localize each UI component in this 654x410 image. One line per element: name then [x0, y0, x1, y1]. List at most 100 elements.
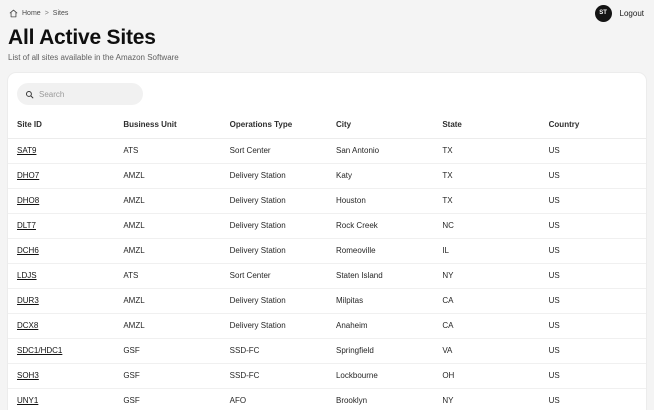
cell-country: US: [540, 239, 646, 264]
cell-operations-type: Delivery Station: [221, 189, 327, 214]
table-header-row: Site ID Business Unit Operations Type Ci…: [8, 112, 646, 139]
table-row: DHO7 AMZL Delivery Station Katy TX US: [8, 164, 646, 189]
cell-state: IL: [433, 239, 539, 264]
cell-operations-type: Delivery Station: [221, 314, 327, 339]
sites-card: Site ID Business Unit Operations Type Ci…: [7, 72, 647, 410]
topbar: Home > Sites ST Logout: [0, 0, 654, 24]
site-id-link[interactable]: DHO7: [17, 171, 39, 180]
cell-state: VA: [433, 339, 539, 364]
cell-site-id: DUR3: [8, 289, 114, 314]
site-id-link[interactable]: DHO8: [17, 196, 39, 205]
cell-country: US: [540, 364, 646, 389]
search-box[interactable]: [17, 83, 143, 105]
logout-button[interactable]: Logout: [620, 9, 644, 18]
table-row: DHO8 AMZL Delivery Station Houston TX US: [8, 189, 646, 214]
table-row: SDC1/HDC1 GSF SSD-FC Springfield VA US: [8, 339, 646, 364]
cell-site-id: SOH3: [8, 364, 114, 389]
cell-state: NY: [433, 264, 539, 289]
search-icon: [25, 90, 34, 99]
table-row: UNY1 GSF AFO Brooklyn NY US: [8, 389, 646, 410]
cell-site-id: SDC1/HDC1: [8, 339, 114, 364]
cell-operations-type: Delivery Station: [221, 164, 327, 189]
cell-country: US: [540, 339, 646, 364]
table-row: DCX8 AMZL Delivery Station Anaheim CA US: [8, 314, 646, 339]
site-id-link[interactable]: SAT9: [17, 146, 36, 155]
cell-city: Staten Island: [327, 264, 433, 289]
site-id-link[interactable]: LDJS: [17, 271, 37, 280]
cell-business-unit: GSF: [114, 364, 220, 389]
page-title: All Active Sites: [8, 26, 644, 50]
cell-state: NY: [433, 389, 539, 410]
cell-site-id: LDJS: [8, 264, 114, 289]
cell-country: US: [540, 164, 646, 189]
cell-state: CA: [433, 289, 539, 314]
col-header-operations-type: Operations Type: [221, 112, 327, 139]
cell-country: US: [540, 314, 646, 339]
cell-business-unit: ATS: [114, 264, 220, 289]
cell-city: Milpitas: [327, 289, 433, 314]
cell-business-unit: AMZL: [114, 214, 220, 239]
site-id-link[interactable]: DCH6: [17, 246, 39, 255]
site-id-link[interactable]: DUR3: [17, 296, 39, 305]
cell-country: US: [540, 139, 646, 164]
col-header-state: State: [433, 112, 539, 139]
cell-operations-type: Sort Center: [221, 139, 327, 164]
col-header-city: City: [327, 112, 433, 139]
cell-country: US: [540, 289, 646, 314]
cell-city: Brooklyn: [327, 389, 433, 410]
table-row: DCH6 AMZL Delivery Station Romeoville IL…: [8, 239, 646, 264]
avatar[interactable]: ST: [595, 5, 612, 22]
cell-city: Katy: [327, 164, 433, 189]
cell-state: TX: [433, 164, 539, 189]
cell-city: Rock Creek: [327, 214, 433, 239]
cell-country: US: [540, 189, 646, 214]
cell-country: US: [540, 214, 646, 239]
cell-site-id: SAT9: [8, 139, 114, 164]
cell-site-id: DHO8: [8, 189, 114, 214]
cell-business-unit: GSF: [114, 389, 220, 410]
cell-state: TX: [433, 189, 539, 214]
cell-operations-type: Sort Center: [221, 264, 327, 289]
cell-city: San Antonio: [327, 139, 433, 164]
cell-business-unit: AMZL: [114, 289, 220, 314]
cell-state: CA: [433, 314, 539, 339]
cell-operations-type: SSD-FC: [221, 364, 327, 389]
page-subtitle: List of all sites available in the Amazo…: [8, 53, 644, 62]
site-id-link[interactable]: SOH3: [17, 371, 39, 380]
table-body: SAT9 ATS Sort Center San Antonio TX US D…: [8, 139, 646, 410]
account-area: ST Logout: [595, 5, 644, 22]
cell-state: TX: [433, 139, 539, 164]
breadcrumb: Home > Sites: [9, 9, 68, 18]
col-header-business-unit: Business Unit: [114, 112, 220, 139]
table-row: DUR3 AMZL Delivery Station Milpitas CA U…: [8, 289, 646, 314]
site-id-link[interactable]: DLT7: [17, 221, 36, 230]
site-id-link[interactable]: UNY1: [17, 396, 38, 405]
cell-business-unit: AMZL: [114, 164, 220, 189]
cell-operations-type: Delivery Station: [221, 289, 327, 314]
sites-table: Site ID Business Unit Operations Type Ci…: [8, 112, 646, 410]
table-row: SAT9 ATS Sort Center San Antonio TX US: [8, 139, 646, 164]
cell-business-unit: GSF: [114, 339, 220, 364]
cell-business-unit: ATS: [114, 139, 220, 164]
home-icon: [9, 9, 18, 18]
breadcrumb-sites[interactable]: Sites: [53, 10, 69, 17]
cell-site-id: UNY1: [8, 389, 114, 410]
cell-business-unit: AMZL: [114, 314, 220, 339]
breadcrumb-home[interactable]: Home: [22, 10, 41, 17]
cell-city: Springfield: [327, 339, 433, 364]
site-id-link[interactable]: DCX8: [17, 321, 38, 330]
cell-operations-type: Delivery Station: [221, 239, 327, 264]
search-input[interactable]: [39, 90, 135, 99]
cell-city: Lockbourne: [327, 364, 433, 389]
site-id-link[interactable]: SDC1/HDC1: [17, 346, 62, 355]
cell-site-id: DCX8: [8, 314, 114, 339]
cell-site-id: DCH6: [8, 239, 114, 264]
page-head: All Active Sites List of all sites avail…: [0, 24, 654, 62]
cell-operations-type: Delivery Station: [221, 214, 327, 239]
cell-state: OH: [433, 364, 539, 389]
cell-site-id: DLT7: [8, 214, 114, 239]
cell-operations-type: SSD-FC: [221, 339, 327, 364]
cell-business-unit: AMZL: [114, 239, 220, 264]
cell-business-unit: AMZL: [114, 189, 220, 214]
table-row: SOH3 GSF SSD-FC Lockbourne OH US: [8, 364, 646, 389]
